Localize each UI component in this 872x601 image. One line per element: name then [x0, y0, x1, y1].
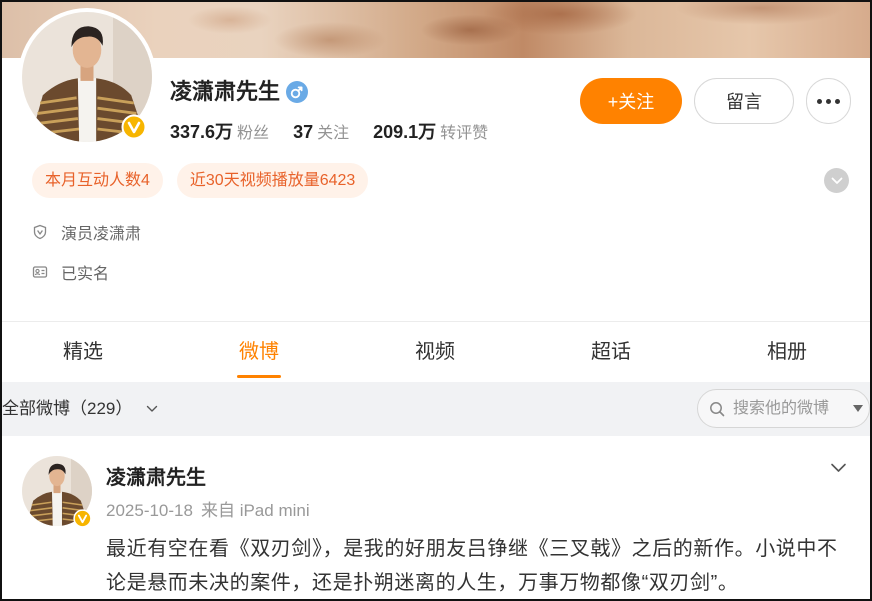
divider — [2, 321, 870, 322]
message-button[interactable]: 留言 — [694, 78, 794, 124]
post-timestamp[interactable]: 2025-10-18 — [106, 499, 193, 523]
post-source: 来自 iPad mini — [200, 501, 310, 520]
stat-value: 209.1万 — [373, 122, 437, 142]
stat-following[interactable]: 37 关注 — [293, 119, 349, 143]
tab-featured[interactable]: 精选 — [43, 338, 123, 366]
chevron-down-icon — [831, 463, 846, 472]
post-menu-button[interactable] — [830, 462, 847, 474]
male-icon — [286, 81, 308, 103]
stat-value: 37 — [293, 122, 314, 142]
search-input[interactable] — [733, 390, 848, 427]
post-meta: 2025-10-18 来自 iPad mini — [106, 499, 310, 523]
info-verification: 演员凌潇肃 — [32, 220, 141, 244]
profile-tags: 本月互动人数4 近30天视频播放量6423 — [32, 163, 369, 198]
profile-stats: 337.6万 粉丝 37 关注 209.1万 转评赞 — [170, 118, 512, 142]
weibo-profile-page: 凌潇肃先生 337.6万 粉丝 37 关注 209.1万 转评赞 +关注 留言 … — [0, 0, 872, 601]
tag-monthly-interactions[interactable]: 本月互动人数4 — [32, 163, 163, 198]
tag-video-plays[interactable]: 近30天视频播放量6423 — [176, 163, 369, 198]
follow-button[interactable]: +关注 — [580, 78, 682, 124]
shield-verified-icon — [33, 224, 47, 240]
post-author-name[interactable]: 凌潇肃先生 — [106, 465, 206, 491]
tab-super-topics[interactable]: 超话 — [571, 338, 651, 366]
stat-label: 粉丝 — [237, 125, 270, 142]
feed-filter-bar: 全部微博（229） — [0, 382, 872, 436]
stat-value: 337.6万 — [170, 122, 234, 142]
chevron-down-icon — [147, 405, 158, 412]
search-icon[interactable] — [709, 401, 725, 417]
stat-label: 关注 — [317, 125, 350, 142]
feed-filter-dropdown[interactable]: 全部微博（229） — [2, 396, 158, 422]
info-verification-text: 演员凌潇肃 — [61, 226, 142, 243]
expand-profile-button[interactable] — [824, 168, 849, 193]
tab-videos[interactable]: 视频 — [395, 338, 475, 366]
post-body-text: 最近有空在看《双刃剑》，是我的好朋友吕铮继《三叉戟》之后的新作。小说中不论是悬而… — [106, 538, 838, 594]
more-dots-icon — [817, 98, 840, 104]
tab-albums[interactable]: 相册 — [747, 338, 827, 366]
chevron-down-icon — [831, 177, 842, 184]
id-card-icon — [32, 266, 48, 278]
profile-avatar[interactable] — [18, 8, 156, 146]
post-author-avatar[interactable] — [22, 456, 92, 528]
tab-weibo[interactable]: 微博 — [219, 338, 299, 378]
verified-badge-icon — [121, 114, 147, 140]
stat-reposts-comments-likes: 209.1万 转评赞 — [373, 118, 488, 144]
info-real-name: 已实名 — [32, 260, 109, 284]
stat-followers[interactable]: 337.6万 粉丝 — [170, 118, 269, 144]
verified-badge-icon — [73, 509, 92, 528]
stat-label: 转评赞 — [440, 125, 489, 142]
post-search-box — [697, 389, 870, 428]
more-button[interactable] — [806, 78, 851, 124]
feed-filter-label: 全部微博（229） — [2, 399, 133, 418]
profile-name: 凌潇肃先生 — [170, 79, 281, 104]
caret-down-icon[interactable] — [853, 405, 863, 412]
info-real-name-text: 已实名 — [61, 266, 110, 283]
